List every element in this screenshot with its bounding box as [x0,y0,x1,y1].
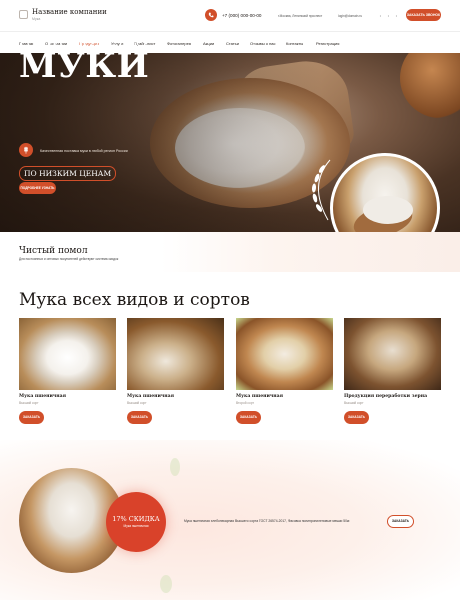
hero-title-line2: МУКИ [19,46,150,86]
phone-number[interactable]: +7 (000) 000-00-00 [222,13,261,18]
order-button[interactable]: ЗАКАЗАТЬ [127,411,152,424]
telegram-icon[interactable]: • [394,13,399,18]
email-link[interactable]: login@domain.ru [338,14,362,18]
product-name[interactable]: Мука пшеничная [236,394,283,399]
product-grade: Второй сорт [236,401,254,405]
discount-title: 17% СКИДКА [112,515,160,523]
product-name[interactable]: Продукция переработки зерна [344,394,427,399]
order-button[interactable]: ЗАКАЗАТЬ [236,411,261,424]
product-image[interactable] [19,318,116,390]
low-price-badge: ПО НИЗКИМ ЦЕНАМ [19,166,117,181]
product-grade: Высший сорт [127,401,147,405]
logo-icon[interactable] [19,10,28,19]
company-tagline: Мука [32,17,41,21]
vk-icon[interactable]: • [378,13,383,18]
clean-mill-title: Чистый помол [19,246,88,256]
wheat-icon [19,143,33,157]
hero-description: Качественная поставка муки в любой регио… [40,149,128,153]
product-image[interactable] [236,318,333,390]
discount-description: Мука пшеничная хлебопекарная Высшего сор… [184,519,351,523]
clean-mill-subtitle: Для постоянных и оптовых покупателей дей… [19,257,119,261]
order-button[interactable]: ЗАКАЗАТЬ [344,411,369,424]
nav-item-gallery[interactable]: Фотогалерея [167,41,191,46]
address-text: г.Москва, Ленинский проспект [278,14,323,18]
product-grade: Высший сорт [344,401,364,405]
product-image[interactable] [344,318,441,390]
products-title: Мука всех видов и сортов [19,290,250,310]
call-request-button[interactable]: ЗАКАЗАТЬ ЗВОНОК [406,9,441,21]
nav-item-articles[interactable]: Статьи [226,41,239,46]
discount-order-button[interactable]: ЗАКАЗАТЬ [387,515,414,528]
product-image[interactable] [127,318,224,390]
company-name[interactable]: Название компании [32,8,107,16]
site-header: Название компании Мука +7 (000) 000-00-0… [0,0,460,31]
nav-item-register[interactable]: Регистрация [316,41,339,46]
ok-icon[interactable]: • [386,13,391,18]
nav-item-promo[interactable]: Акции [203,41,214,46]
product-name[interactable]: Мука пшеничная [19,394,66,399]
phone-icon[interactable] [205,9,217,21]
product-name[interactable]: Мука пшеничная [127,394,174,399]
discount-subtitle: Мука пшеничная [123,524,149,528]
nav-item-reviews[interactable]: Отзывы о нас [250,41,276,46]
hero-more-button[interactable]: ПОДРОБНЕЕ УЗНАТЬ [19,182,56,194]
nav-item-contacts[interactable]: Контакты [286,41,303,46]
product-grade: Высший сорт [19,401,39,405]
order-button[interactable]: ЗАКАЗАТЬ [19,411,44,424]
